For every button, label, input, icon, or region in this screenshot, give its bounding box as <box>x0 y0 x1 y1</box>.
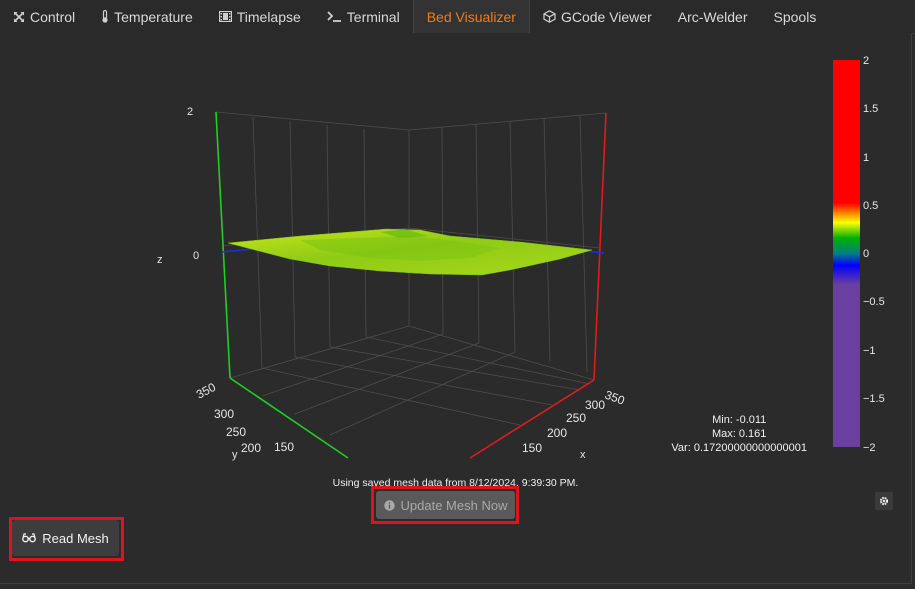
colorbar-tick: 1 <box>863 152 869 164</box>
x-axis-title: x <box>580 449 586 461</box>
x-tick: 150 <box>522 441 542 455</box>
glasses-icon <box>22 533 37 543</box>
info-icon <box>383 499 395 511</box>
x-tick: 250 <box>566 411 586 425</box>
z-axis-title: z <box>157 254 163 266</box>
colorbar-tick: −1 <box>863 345 876 357</box>
update-mesh-label: Update Mesh Now <box>400 497 508 513</box>
colorbar-tick: −1.5 <box>863 393 885 405</box>
floor-grid <box>229 325 595 436</box>
colorbar-tick: 1.5 <box>863 103 878 115</box>
stat-var: Var: 0.17200000000000001 <box>671 442 807 454</box>
settings-gear-button[interactable] <box>875 492 893 510</box>
z-tick-0: 0 <box>193 250 199 262</box>
colorbar-tick: 2 <box>863 55 869 67</box>
mesh-stats: Min: -0.011 Max: 0.161 Var: 0.1720000000… <box>671 413 807 455</box>
y-tick: 150 <box>274 440 294 454</box>
colorbar <box>833 60 860 447</box>
y-tick: 350 <box>194 380 219 402</box>
y-tick: 200 <box>241 441 261 455</box>
colorbar-tick: 0 <box>863 248 869 260</box>
x-tick: 200 <box>547 426 567 440</box>
gear-icon <box>879 496 889 506</box>
stat-max: Max: 0.161 <box>711 428 767 440</box>
stat-min: Min: -0.011 <box>712 414 767 426</box>
update-mesh-button[interactable]: Update Mesh Now <box>376 491 515 519</box>
read-mesh-label: Read Mesh <box>42 530 109 546</box>
x-tick: 300 <box>585 398 605 412</box>
x-tick: 350 <box>603 388 627 408</box>
colorbar-tick: 0.5 <box>863 200 878 212</box>
read-mesh-button[interactable]: Read Mesh <box>12 520 119 556</box>
y-axis-title: y <box>232 449 238 461</box>
y-tick: 300 <box>214 407 234 421</box>
y-tick: 250 <box>226 425 246 439</box>
colorbar-tick: −2 <box>863 442 876 454</box>
z-axis-line <box>215 111 231 379</box>
colorbar-tick: −0.5 <box>863 296 885 308</box>
x-back-edge-line <box>593 112 607 381</box>
z-tick-2: 2 <box>187 106 193 118</box>
